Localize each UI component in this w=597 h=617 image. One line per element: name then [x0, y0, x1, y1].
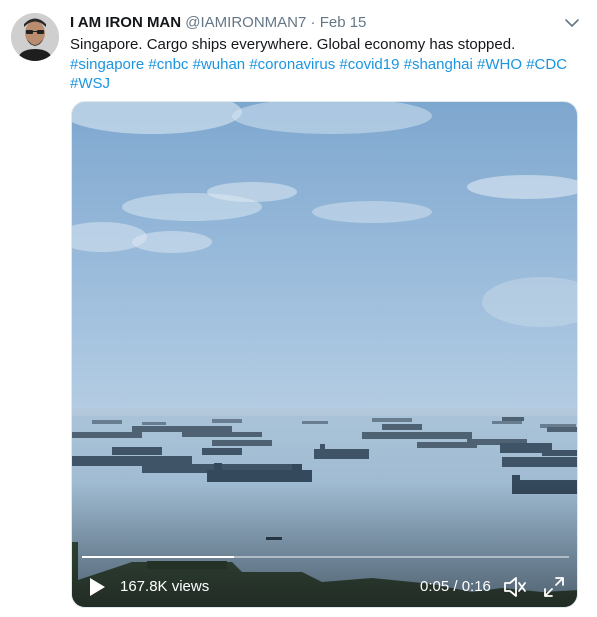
- tweet-header: I AM IRON MAN @IAMIRONMAN7 · Feb 15: [70, 13, 366, 33]
- author-name[interactable]: I AM IRON MAN: [70, 14, 181, 31]
- avatar[interactable]: [11, 13, 59, 61]
- fullscreen-icon[interactable]: [542, 575, 566, 599]
- separator: ·: [310, 14, 316, 31]
- progress-fill: [82, 556, 235, 558]
- hashtag-link[interactable]: #shanghai: [404, 56, 473, 73]
- hashtag-link[interactable]: #WHO: [477, 56, 522, 73]
- hashtag-link[interactable]: #wuhan: [193, 56, 246, 73]
- progress-bar[interactable]: [82, 556, 569, 558]
- tweet: I AM IRON MAN @IAMIRONMAN7 · Feb 15 Sing…: [0, 0, 597, 617]
- hashtag-link[interactable]: #singapore: [70, 56, 144, 73]
- tweet-body: Singapore. Cargo ships everywhere. Globa…: [70, 36, 516, 53]
- chevron-down-icon[interactable]: [563, 14, 581, 32]
- hashtag-link[interactable]: #covid19: [339, 56, 399, 73]
- hashtag-link[interactable]: #WSJ: [70, 75, 110, 92]
- tweet-date[interactable]: Feb 15: [320, 14, 367, 31]
- author-handle[interactable]: @IAMIRONMAN7: [185, 14, 306, 31]
- play-icon[interactable]: [86, 576, 108, 598]
- hashtags: #singapore #cnbc #wuhan #coronavirus #co…: [70, 55, 570, 94]
- hashtag-link[interactable]: #CDC: [526, 56, 567, 73]
- video-controls: 167.8K views 0:05 / 0:16: [72, 102, 577, 607]
- volume-icon[interactable]: [502, 575, 528, 599]
- video-player[interactable]: 167.8K views 0:05 / 0:16: [71, 101, 578, 608]
- playback-time: 0:05 / 0:16: [420, 578, 491, 595]
- hashtag-link[interactable]: #coronavirus: [249, 56, 335, 73]
- hashtag-link[interactable]: #cnbc: [148, 56, 188, 73]
- tweet-text: Singapore. Cargo ships everywhere. Globa…: [70, 35, 570, 94]
- view-count: 167.8K views: [120, 578, 210, 595]
